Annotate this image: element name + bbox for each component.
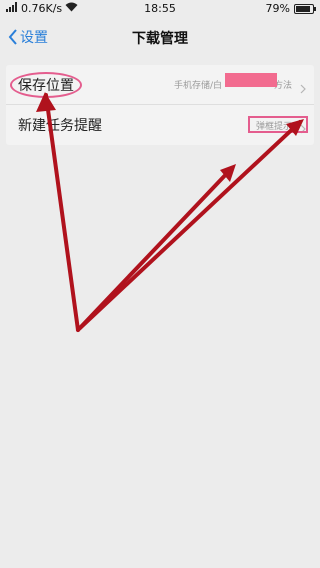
arrowhead-save-location <box>36 92 56 112</box>
watermark-area <box>220 528 320 568</box>
arrow-to-save-location <box>44 93 80 332</box>
annotation-arrows <box>36 92 304 332</box>
arrow-to-reminder <box>78 120 302 330</box>
